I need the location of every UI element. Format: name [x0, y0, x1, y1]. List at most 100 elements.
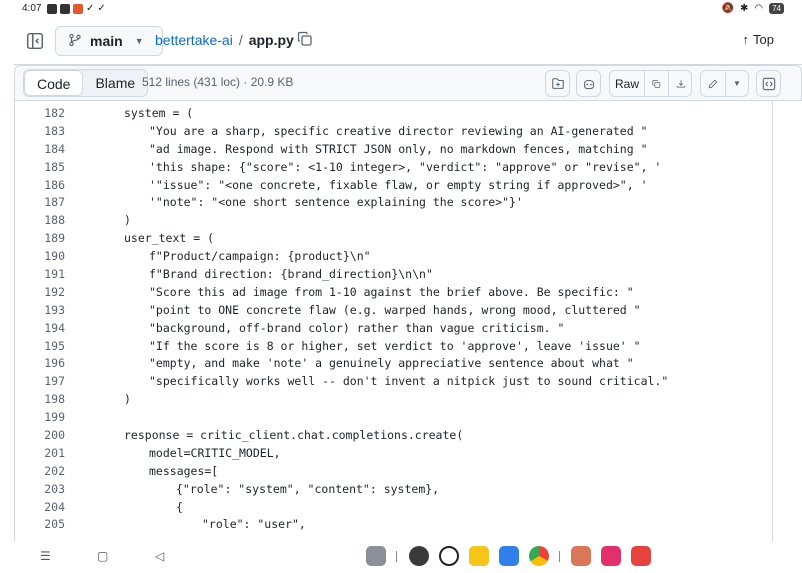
app-notification-icon — [73, 4, 83, 14]
line-number[interactable]: 204 — [15, 499, 65, 517]
line-number[interactable]: 198 — [15, 391, 65, 409]
status-right-icons: 🔕 ✱ ◠ 74 — [722, 3, 784, 14]
code-text: "point to ONE concrete flaw (e.g. warped… — [149, 302, 641, 317]
branch-select-button[interactable]: main ▼ — [55, 26, 163, 56]
copy-icon — [652, 79, 661, 88]
pencil-icon — [708, 79, 718, 88]
youtube-notification-icon — [60, 4, 70, 14]
git-branch-icon — [68, 33, 82, 50]
wifi-icon: ◠ — [754, 3, 764, 14]
code-line: 184 "ad image. Respond with STRICT JSON o… — [15, 141, 772, 159]
code-line: 193 "point to ONE concrete flaw (e.g. war… — [15, 302, 772, 320]
line-number[interactable]: 187 — [15, 194, 65, 212]
raw-copy-download-group: Raw — [609, 70, 692, 97]
line-number[interactable]: 200 — [15, 427, 65, 445]
raw-button[interactable]: Raw — [610, 71, 645, 96]
line-number[interactable]: 195 — [15, 338, 65, 356]
wps-icon[interactable] — [631, 546, 651, 566]
edit-button[interactable] — [701, 71, 726, 96]
line-number[interactable]: 182 — [15, 105, 65, 123]
code-text: "You are a sharp, specific creative dire… — [149, 123, 648, 138]
file-meta: 512 lines (431 loc) · 20.9 KB — [142, 75, 294, 89]
code-view: 182 system = (183 "You are a sharp, specif… — [14, 101, 773, 541]
sidebar-toggle-icon[interactable] — [26, 32, 44, 50]
line-number[interactable]: 201 — [15, 445, 65, 463]
symbols-panel-button[interactable] — [756, 70, 781, 97]
line-number[interactable]: 202 — [15, 463, 65, 481]
files-icon[interactable] — [499, 546, 519, 566]
line-number[interactable]: 191 — [15, 266, 65, 284]
line-number[interactable]: 196 — [15, 355, 65, 373]
app-drawer-icon[interactable] — [366, 546, 386, 566]
line-number[interactable]: 205 — [15, 516, 65, 534]
line-number[interactable]: 194 — [15, 320, 65, 338]
code-line: 201 model=CRITIC_MODEL, — [15, 445, 772, 463]
code-line: 182 system = ( — [15, 105, 772, 123]
code-text: messages=[ — [149, 463, 219, 478]
tab-code[interactable]: Code — [24, 70, 84, 96]
edit-options-button[interactable]: ▼ — [726, 71, 748, 96]
battery-indicator: 74 — [769, 3, 784, 14]
add-to-copilot-button[interactable] — [545, 70, 570, 97]
status-bar: 4:07 ✓ ✓ 🔕 ✱ ◠ 74 — [0, 0, 802, 19]
check-notification-icon: ✓ — [97, 3, 106, 14]
code-text: "background, off-brand color) rather tha… — [149, 320, 565, 335]
file-plus-icon — [551, 77, 564, 89]
code-line: 191 f"Brand direction: {brand_direction}\… — [15, 266, 772, 284]
chatgpt-icon[interactable] — [439, 546, 459, 566]
code-text: f"Brand direction: {brand_direction}\n\n… — [149, 267, 433, 282]
line-number[interactable]: 189 — [15, 230, 65, 248]
repo-link[interactable]: bettertake-ai — [155, 32, 233, 48]
file-toolbar: Code Blame 512 lines (431 loc) · 20.9 KB… — [14, 65, 802, 101]
line-number[interactable]: 183 — [15, 123, 65, 141]
camera-icon[interactable] — [409, 546, 429, 566]
top-button[interactable]: ↑ Top — [743, 32, 774, 47]
claude-icon[interactable] — [571, 546, 591, 566]
line-number[interactable]: 186 — [15, 177, 65, 195]
download-icon — [676, 79, 686, 88]
line-number[interactable]: 184 — [15, 141, 65, 159]
line-number[interactable]: 197 — [15, 373, 65, 391]
line-number[interactable]: 188 — [15, 212, 65, 230]
line-number[interactable]: 192 — [15, 284, 65, 302]
code-line: 203 {"role": "system", "content": system}… — [15, 481, 772, 499]
tab-blame[interactable]: Blame — [83, 70, 147, 96]
instagram-icon[interactable] — [601, 546, 621, 566]
code-text: "empty, and make 'note' a genuinely appr… — [149, 356, 634, 371]
back-icon[interactable]: ◁ — [155, 549, 164, 563]
code-text: 'this shape: {"score": <1-10 integer>, "… — [149, 159, 662, 174]
home-icon[interactable]: ▢ — [97, 549, 108, 563]
code-line: 190 f"Product/campaign: {product}\n" — [15, 248, 772, 266]
line-number[interactable]: 203 — [15, 481, 65, 499]
copy-path-icon[interactable] — [297, 31, 313, 47]
code-line: 196 "empty, and make 'note' a genuinely a… — [15, 355, 772, 373]
line-number[interactable]: 199 — [15, 409, 65, 427]
notes-icon[interactable] — [469, 546, 489, 566]
code-line: 188) — [15, 212, 772, 230]
line-number[interactable]: 190 — [15, 248, 65, 266]
code-line: 195 "If the score is 8 or higher, set ver… — [15, 338, 772, 356]
scrollbar[interactable] — [773, 101, 779, 541]
code-text: "role": "user", — [202, 517, 306, 532]
branch-name: main — [90, 33, 123, 49]
code-line: 183 "You are a sharp, specific creative d… — [15, 123, 772, 141]
code-line: 186 '"issue": "<one concrete, fixable fla… — [15, 177, 772, 195]
code-text: "ad image. Respond with STRICT JSON only… — [149, 141, 648, 156]
download-button[interactable] — [669, 71, 691, 96]
dock-separator — [559, 551, 560, 562]
menu-icon[interactable]: ☰ — [40, 549, 51, 563]
code-text: ) — [124, 213, 131, 228]
mute-icon: 🔕 — [721, 3, 734, 14]
copy-raw-button[interactable] — [645, 71, 669, 96]
line-number[interactable]: 185 — [15, 159, 65, 177]
line-number[interactable]: 193 — [15, 302, 65, 320]
code-text: "If the score is 8 or higher, set verdic… — [149, 338, 641, 353]
copilot-button[interactable] — [576, 70, 601, 97]
code-text: "Score this ad image from 1-10 against t… — [149, 284, 634, 299]
check-notification-icon: ✓ — [86, 3, 95, 14]
chrome-icon[interactable] — [529, 546, 549, 566]
code-text: model=CRITIC_MODEL, — [149, 445, 281, 460]
code-text: ) — [124, 392, 131, 407]
system-nav-bar: ☰ ▢ ◁ — [0, 541, 802, 573]
youtube-notification-icon — [47, 4, 57, 14]
